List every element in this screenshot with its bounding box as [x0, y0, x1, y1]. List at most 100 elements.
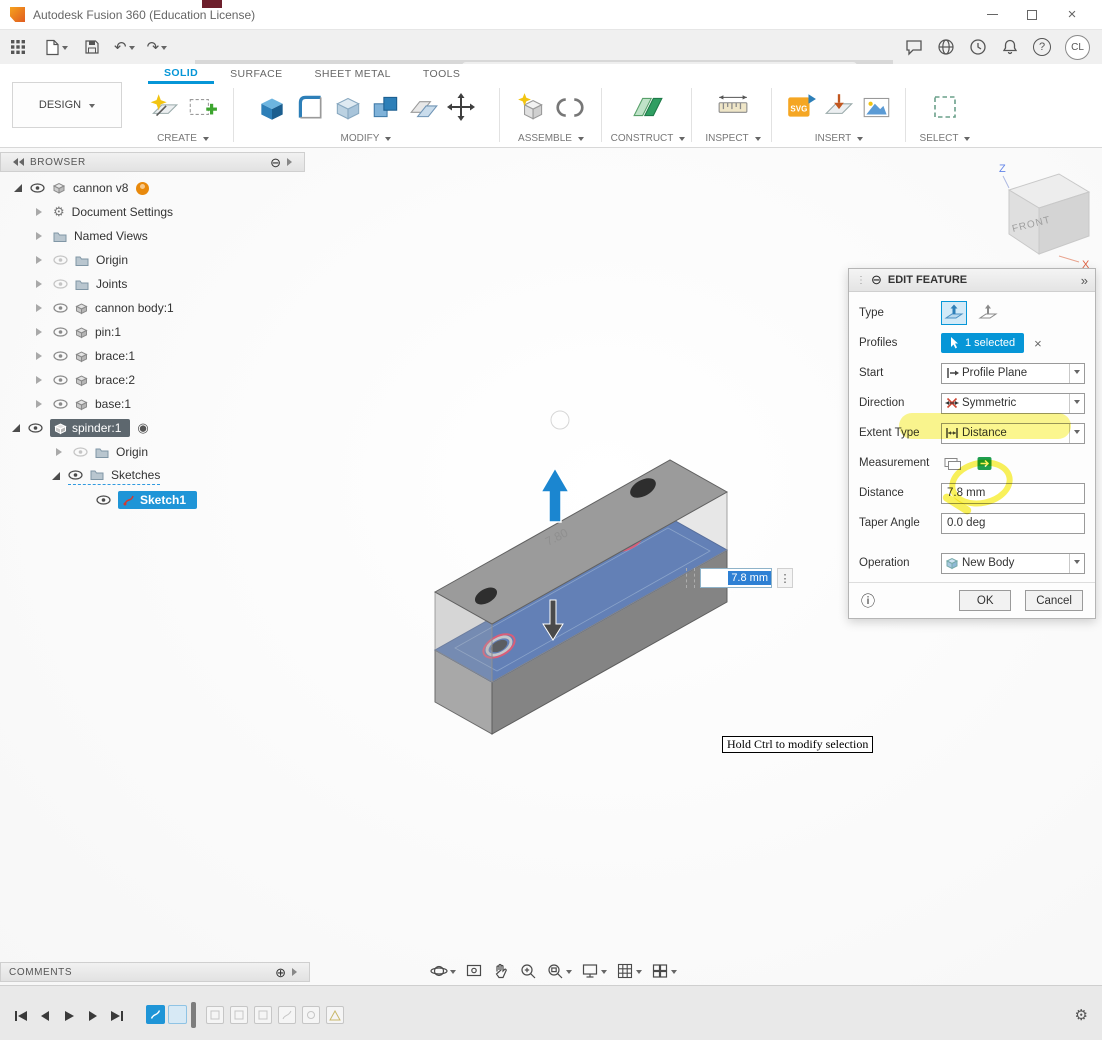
zoom-button[interactable]: [519, 962, 537, 980]
timeline-skip-start-button[interactable]: [12, 1008, 30, 1024]
cancel-button[interactable]: Cancel: [1025, 590, 1083, 611]
timeline-position-marker[interactable]: [191, 1002, 196, 1028]
tree-item-cannon-body[interactable]: cannon body:1: [0, 296, 305, 320]
timeline-feature-suppressed[interactable]: [254, 1006, 272, 1024]
tree-item-sketch1-selected[interactable]: Sketch1: [0, 488, 305, 512]
workspace-switcher[interactable]: DESIGN: [12, 82, 122, 128]
create-form-button[interactable]: [186, 91, 218, 123]
timeline-step-forward-button[interactable]: [84, 1008, 102, 1024]
timeline-step-back-button[interactable]: [36, 1008, 54, 1024]
caret-expanded-icon[interactable]: [14, 184, 22, 192]
create-sketch-button[interactable]: [148, 91, 180, 123]
notifications-button[interactable]: [1001, 38, 1019, 56]
assemble-group-label[interactable]: ASSEMBLE: [518, 130, 584, 146]
dimension-input[interactable]: 7.8 mm: [700, 568, 772, 588]
caret-expanded-icon[interactable]: [52, 472, 60, 480]
fillet-button[interactable]: [294, 91, 326, 123]
selected-sketch-pill[interactable]: Sketch1: [118, 491, 197, 509]
caret-collapsed-icon[interactable]: [36, 208, 46, 216]
viewport-canvas[interactable]: BROWSER ⊖ cannon v8 ⚙ Document Settings: [0, 148, 1102, 985]
timeline-feature-sketch-active[interactable]: [146, 1005, 165, 1024]
caret-collapsed-icon[interactable]: [56, 448, 66, 456]
profiles-selected-button[interactable]: 1 selected: [941, 333, 1024, 353]
add-comment-icon[interactable]: ⊕: [275, 966, 286, 979]
timeline-play-button[interactable]: [60, 1008, 78, 1024]
visibility-eye-off-icon[interactable]: [53, 255, 68, 265]
zoom-window-button[interactable]: [546, 962, 572, 980]
comments-header[interactable]: COMMENTS ⊕: [0, 962, 310, 982]
grid-snaps-button[interactable]: [616, 962, 642, 980]
comments-button[interactable]: [905, 38, 923, 56]
timeline-settings-gear-icon[interactable]: ⚙: [1075, 1006, 1088, 1024]
dialog-header[interactable]: ⋮ ⊖ EDIT FEATURE »: [849, 269, 1095, 292]
visibility-eye-icon[interactable]: [53, 303, 68, 313]
app-grid-button[interactable]: [6, 34, 30, 60]
tree-item-origin-child[interactable]: Origin: [0, 440, 305, 464]
ok-button[interactable]: OK: [959, 590, 1011, 611]
timeline-skip-end-button[interactable]: [108, 1008, 126, 1024]
caret-collapsed-icon[interactable]: [36, 376, 46, 384]
caret-collapsed-icon[interactable]: [36, 304, 46, 312]
tree-item-origin[interactable]: Origin: [0, 248, 305, 272]
inspect-group-label[interactable]: INSPECT: [705, 130, 760, 146]
caret-collapsed-icon[interactable]: [36, 352, 46, 360]
construct-plane-button[interactable]: [631, 91, 665, 123]
look-at-button[interactable]: [465, 962, 483, 980]
operation-dropdown[interactable]: New Body: [941, 553, 1085, 574]
timeline-feature-sketch2[interactable]: [168, 1005, 187, 1024]
timeline-feature-suppressed[interactable]: [206, 1006, 224, 1024]
modify-group-label[interactable]: MODIFY: [341, 130, 392, 146]
tree-item-brace2[interactable]: brace:2: [0, 368, 305, 392]
visibility-eye-icon[interactable]: [53, 375, 68, 385]
browser-header[interactable]: BROWSER ⊖: [0, 152, 305, 172]
undo-button[interactable]: ↶: [110, 34, 139, 60]
start-dropdown[interactable]: Profile Plane: [941, 363, 1085, 384]
taper-angle-input[interactable]: 0.0 deg: [941, 513, 1085, 534]
browser-minimize-icon[interactable]: ⊖: [270, 156, 281, 169]
select-group-label[interactable]: SELECT: [920, 130, 971, 146]
move-copy-button[interactable]: [446, 92, 476, 122]
selected-component-pill[interactable]: spinder:1: [50, 419, 130, 437]
tree-item-base[interactable]: base:1: [0, 392, 305, 416]
tree-item-brace1[interactable]: brace:1: [0, 344, 305, 368]
caret-collapsed-icon[interactable]: [36, 280, 46, 288]
display-settings-button[interactable]: [581, 962, 607, 980]
drag-grip-icon[interactable]: [686, 568, 695, 588]
visibility-eye-icon[interactable]: [53, 351, 68, 361]
clear-selection-icon[interactable]: ×: [1034, 336, 1042, 351]
activate-component-radio-icon[interactable]: ◉: [137, 420, 148, 436]
timeline-feature-suppressed[interactable]: [302, 1006, 320, 1024]
tree-item-spinder-selected[interactable]: spinder:1 ◉: [0, 416, 305, 440]
caret-collapsed-icon[interactable]: [36, 400, 46, 408]
distance-input[interactable]: 7.8 mm: [941, 483, 1085, 504]
dimension-options-button[interactable]: ⋮: [777, 568, 793, 588]
save-button[interactable]: [80, 34, 104, 60]
visibility-eye-icon[interactable]: [30, 183, 45, 193]
info-icon[interactable]: ⓘ: [861, 591, 875, 611]
extensions-button[interactable]: [937, 38, 955, 56]
construct-group-label[interactable]: CONSTRUCT: [611, 130, 686, 146]
create-group-label[interactable]: CREATE: [157, 130, 209, 146]
caret-collapsed-icon[interactable]: [36, 328, 46, 336]
help-button[interactable]: ?: [1033, 38, 1051, 56]
dialog-minimize-icon[interactable]: ⊖: [871, 272, 882, 288]
insert-group-label[interactable]: INSERT: [815, 130, 864, 146]
tab-solid[interactable]: SOLID: [148, 64, 214, 84]
tab-tools[interactable]: TOOLS: [407, 64, 476, 84]
direction-dropdown[interactable]: Symmetric: [941, 393, 1085, 414]
caret-collapsed-icon[interactable]: [36, 232, 46, 240]
tab-sheet-metal[interactable]: SHEET METAL: [299, 64, 407, 84]
visibility-eye-icon[interactable]: [96, 495, 111, 505]
tab-surface[interactable]: SURFACE: [214, 64, 298, 84]
close-button[interactable]: ×: [1052, 1, 1092, 29]
new-component-button[interactable]: [516, 91, 548, 123]
timeline-feature-suppressed[interactable]: [278, 1006, 296, 1024]
select-button[interactable]: [930, 92, 960, 122]
browser-expand-icon[interactable]: [287, 158, 296, 166]
insert-svg-button[interactable]: SVG: [785, 91, 817, 123]
timeline-feature-suppressed[interactable]: [230, 1006, 248, 1024]
caret-expanded-icon[interactable]: [12, 424, 20, 432]
insert-canvas-button[interactable]: [861, 91, 893, 123]
tree-item-named-views[interactable]: Named Views: [0, 224, 305, 248]
orbit-button[interactable]: [430, 962, 456, 980]
